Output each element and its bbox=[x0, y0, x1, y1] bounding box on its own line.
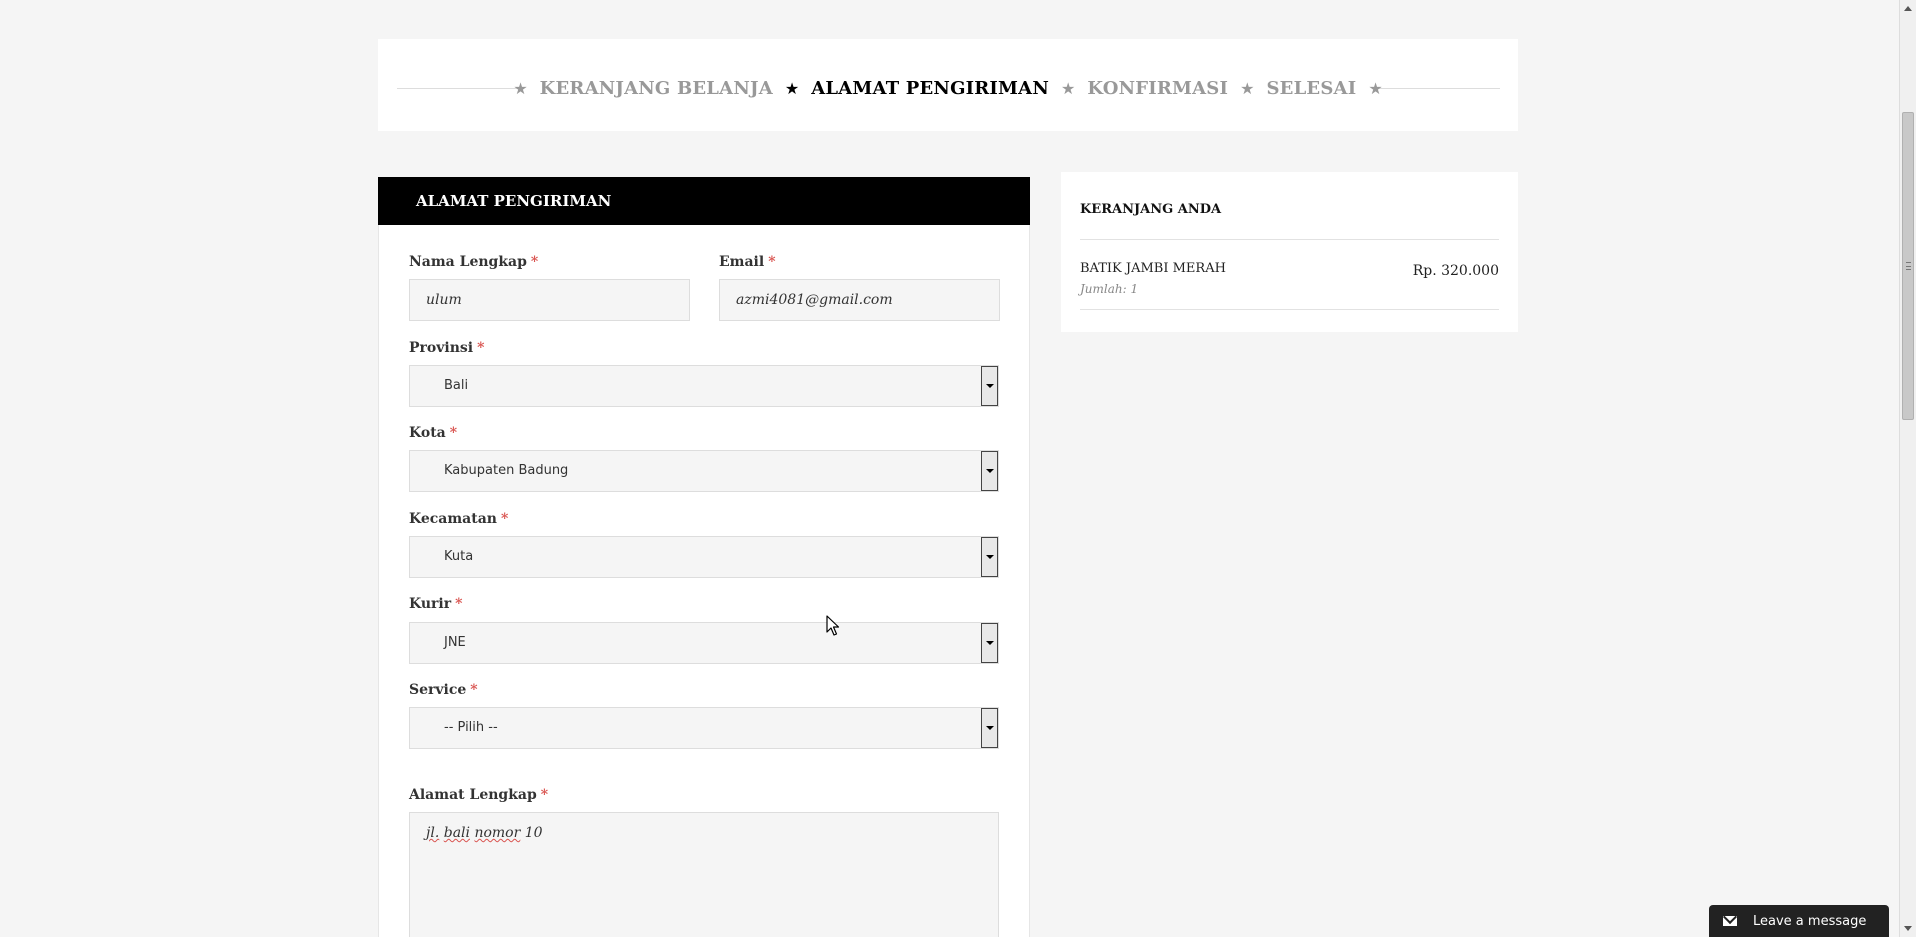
step-selesai: SELESAI bbox=[1266, 77, 1357, 99]
cart-title: KERANJANG ANDA bbox=[1080, 202, 1222, 217]
alamat-label: Alamat Lengkap * bbox=[409, 787, 549, 803]
alamat-textarea[interactable]: jl. bali nomor 10 bbox=[409, 812, 999, 937]
shipping-form: ALAMAT PENGIRIMAN Nama Lengkap * ulum Ema… bbox=[378, 177, 1030, 937]
email-label: Email * bbox=[719, 254, 776, 270]
scroll-down-arrow-icon[interactable] bbox=[1904, 926, 1912, 931]
service-label: Service * bbox=[409, 682, 478, 698]
provinsi-label: Provinsi * bbox=[409, 340, 485, 356]
mouse-cursor-icon bbox=[826, 615, 840, 636]
star-icon: ★ bbox=[513, 78, 528, 98]
scroll-thumb[interactable] bbox=[1902, 112, 1914, 420]
step-alamat-pengiriman: ALAMAT PENGIRIMAN bbox=[811, 77, 1049, 99]
kecamatan-select[interactable]: Kuta bbox=[409, 536, 999, 578]
star-icon: ★ bbox=[1368, 78, 1383, 98]
nama-input[interactable]: ulum bbox=[409, 279, 690, 321]
checkout-steps: ★ KERANJANG BELANJA ★ ALAMAT PENGIRIMAN … bbox=[378, 39, 1518, 131]
dropdown-arrow-icon[interactable] bbox=[981, 623, 998, 663]
cart-divider bbox=[1080, 239, 1499, 240]
star-icon: ★ bbox=[784, 78, 800, 98]
cart-divider bbox=[1080, 309, 1499, 310]
cart-item-price: Rp. 320.000 bbox=[1412, 263, 1499, 279]
cart-item-name[interactable]: BATIK JAMBI MERAH bbox=[1080, 261, 1226, 276]
leave-message-button[interactable]: Leave a message bbox=[1709, 905, 1889, 937]
mail-icon bbox=[1723, 916, 1737, 926]
kurir-value: JNE bbox=[444, 635, 466, 650]
kota-label: Kota * bbox=[409, 425, 458, 441]
grip-icon bbox=[1906, 262, 1911, 270]
email-input[interactable]: azmi4081@gmail.com bbox=[719, 279, 1000, 321]
star-icon: ★ bbox=[1240, 78, 1255, 98]
kota-value: Kabupaten Badung bbox=[444, 463, 569, 478]
dropdown-arrow-icon[interactable] bbox=[981, 366, 998, 406]
kota-select[interactable]: Kabupaten Badung bbox=[409, 450, 999, 492]
service-select[interactable]: -- Pilih -- bbox=[409, 707, 999, 749]
steps-row: ★ KERANJANG BELANJA ★ ALAMAT PENGIRIMAN … bbox=[378, 73, 1518, 103]
dropdown-arrow-icon[interactable] bbox=[981, 451, 998, 491]
kecamatan-label: Kecamatan * bbox=[409, 511, 509, 527]
cart-item-qty: Jumlah: 1 bbox=[1080, 282, 1139, 296]
kurir-select[interactable]: JNE bbox=[409, 622, 999, 664]
form-header: ALAMAT PENGIRIMAN bbox=[378, 177, 1030, 225]
scroll-up-arrow-icon[interactable] bbox=[1904, 6, 1912, 11]
kecamatan-value: Kuta bbox=[444, 549, 474, 564]
provinsi-value: Bali bbox=[444, 378, 469, 393]
step-konfirmasi: KONFIRMASI bbox=[1087, 77, 1229, 99]
dropdown-arrow-icon[interactable] bbox=[981, 537, 998, 577]
nama-label: Nama Lengkap * bbox=[409, 254, 539, 270]
provinsi-select[interactable]: Bali bbox=[409, 365, 999, 407]
star-icon: ★ bbox=[1061, 78, 1076, 98]
leave-message-label: Leave a message bbox=[1753, 913, 1867, 929]
dropdown-arrow-icon[interactable] bbox=[981, 708, 998, 748]
step-keranjang-belanja[interactable]: KERANJANG BELANJA bbox=[540, 78, 773, 99]
service-value: -- Pilih -- bbox=[444, 720, 498, 735]
page-scrollbar[interactable] bbox=[1899, 0, 1916, 937]
cart-summary: KERANJANG ANDA BATIK JAMBI MERAH Jumlah:… bbox=[1061, 172, 1518, 332]
kurir-label: Kurir * bbox=[409, 596, 463, 612]
